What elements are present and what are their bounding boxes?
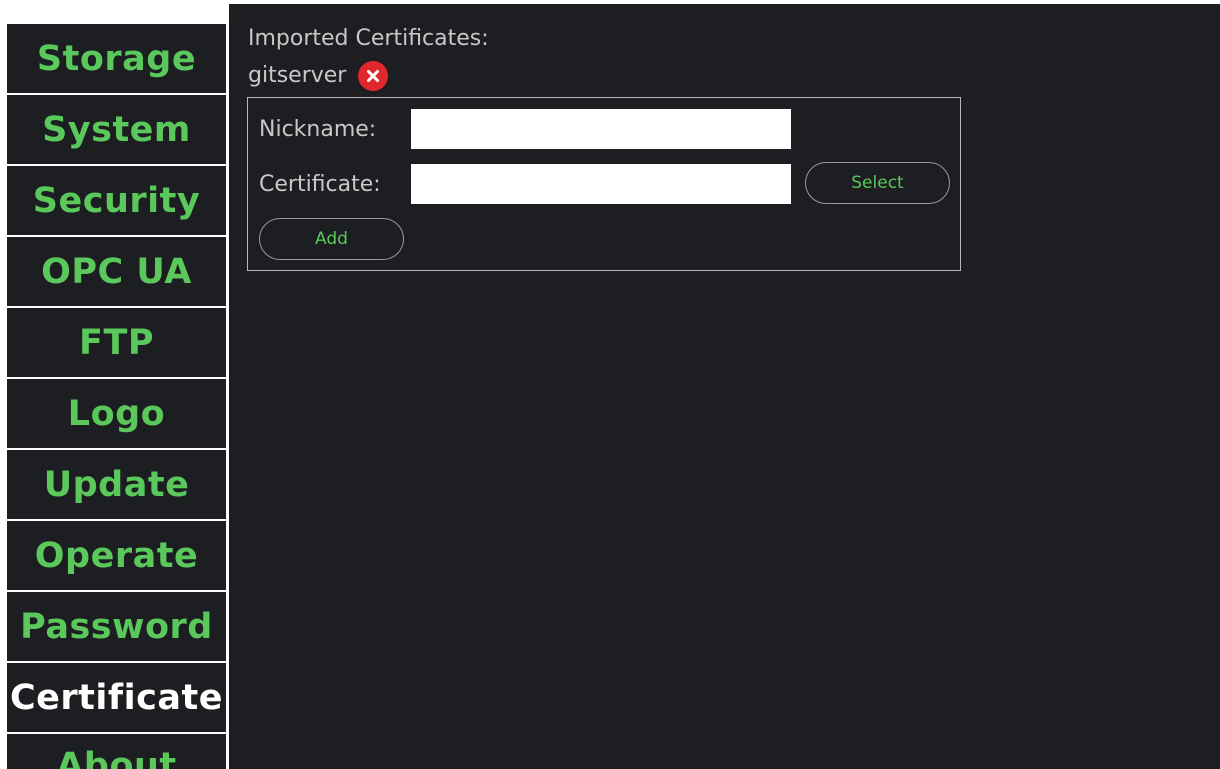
- sidebar-item-password[interactable]: Password: [7, 592, 226, 661]
- sidebar-item-system[interactable]: System: [7, 95, 226, 164]
- sidebar-item-operate[interactable]: Operate: [7, 521, 226, 590]
- imported-certificates-title: Imported Certificates:: [248, 26, 489, 51]
- sidebar-item-label: Security: [32, 180, 201, 221]
- nickname-input[interactable]: [411, 109, 791, 149]
- main-content: Imported Certificates: gitserver Nicknam…: [229, 4, 1220, 769]
- certificate-list-item: gitserver: [248, 61, 389, 91]
- sidebar-item-label: Certificate: [10, 677, 223, 718]
- sidebar-item-label: FTP: [79, 322, 154, 363]
- sidebar-top-divider: [0, 0, 229, 22]
- sidebar-item-opc-ua[interactable]: OPC UA: [7, 237, 226, 306]
- sidebar-item-label: System: [42, 109, 191, 150]
- add-button-label: Add: [315, 229, 348, 249]
- add-button[interactable]: Add: [259, 218, 404, 260]
- close-circle-icon[interactable]: [358, 61, 389, 91]
- certificate-label: Certificate:: [259, 172, 381, 197]
- sidebar-item-certificate[interactable]: Certificate: [7, 663, 226, 732]
- sidebar-item-logo[interactable]: Logo: [7, 379, 226, 448]
- nickname-label: Nickname:: [259, 117, 377, 142]
- sidebar-item-label: Logo: [67, 393, 166, 434]
- sidebar-item-security[interactable]: Security: [7, 166, 226, 235]
- select-button-label: Select: [851, 173, 904, 193]
- sidebar-item-about[interactable]: About: [7, 734, 226, 769]
- sidebar-item-label: About: [56, 746, 177, 769]
- certificate-input[interactable]: [411, 164, 791, 204]
- sidebar: Storage System Security OPC UA FTP Logo …: [0, 0, 229, 769]
- certificate-name: gitserver: [248, 63, 347, 88]
- sidebar-item-label: Password: [20, 606, 213, 647]
- select-button[interactable]: Select: [805, 162, 950, 204]
- sidebar-item-label: Storage: [36, 38, 197, 79]
- sidebar-item-label: OPC UA: [41, 251, 192, 292]
- sidebar-item-label: Operate: [34, 535, 199, 576]
- sidebar-item-ftp[interactable]: FTP: [7, 308, 226, 377]
- app-window: Storage System Security OPC UA FTP Logo …: [0, 0, 1220, 769]
- sidebar-item-label: Update: [43, 464, 190, 505]
- add-certificate-form: Nickname: Certificate: Select Add: [247, 97, 961, 271]
- sidebar-item-storage[interactable]: Storage: [7, 24, 226, 93]
- sidebar-item-update[interactable]: Update: [7, 450, 226, 519]
